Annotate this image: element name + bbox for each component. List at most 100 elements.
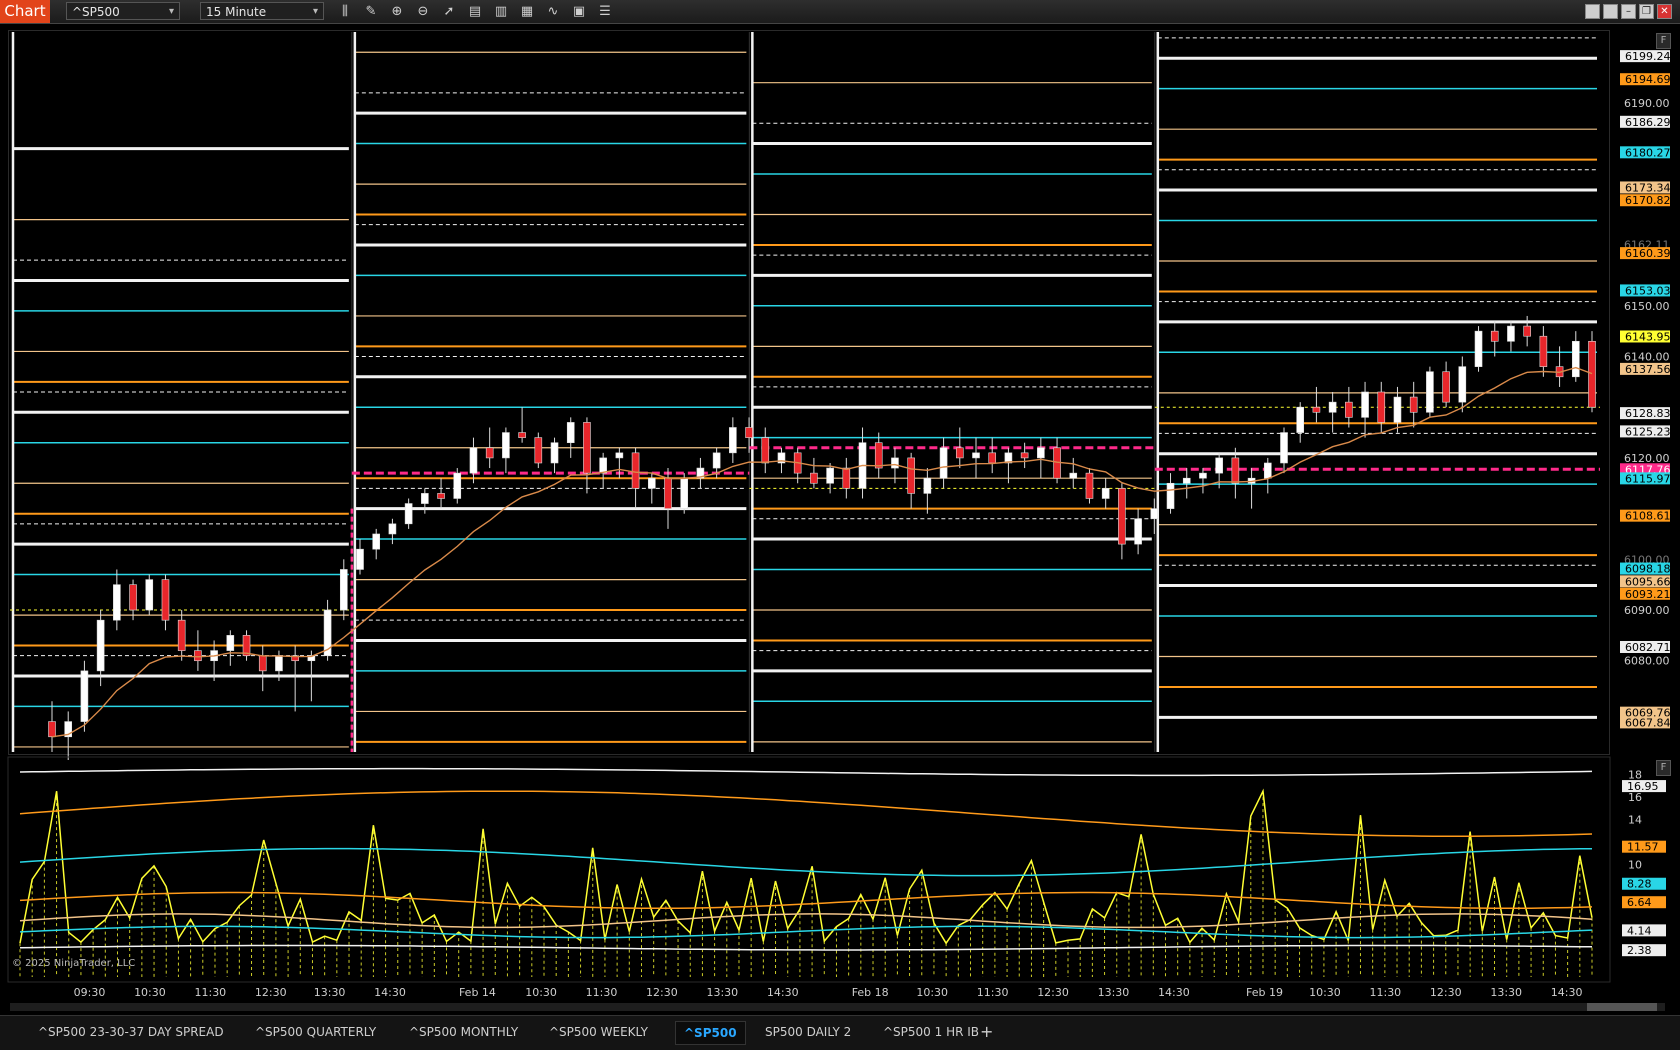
candle-body <box>631 452 640 489</box>
candle-body <box>1182 477 1191 484</box>
horizontal-scrollbar[interactable] <box>10 1003 1665 1011</box>
price-axis-label: 6080.00 <box>1624 655 1670 668</box>
candle-body <box>96 619 105 672</box>
indicator-value-label: 8.28 <box>1627 878 1652 891</box>
candle-body <box>907 457 915 494</box>
candle-body <box>729 427 737 454</box>
candle-body <box>502 432 510 459</box>
price-tag-label: 6082.71 <box>1625 641 1671 654</box>
candle-body <box>404 503 413 525</box>
candle-body <box>1345 401 1353 418</box>
price-tag-label: 6137.56 <box>1625 363 1671 376</box>
indicator-series-line <box>19 790 1593 837</box>
price-chart[interactable]: 6190.006150.006140.006120.006090.006080.… <box>0 0 1680 760</box>
price-tag-label: 6125.23 <box>1625 425 1671 438</box>
candle-body <box>1523 325 1531 337</box>
time-axis-label: Feb 14 <box>459 986 496 999</box>
indicator-axis-label: 14 <box>1628 813 1642 826</box>
candle-body <box>1037 447 1045 459</box>
candle-body <box>1296 406 1305 433</box>
tab-sp500-monthly[interactable]: ^SP500 MONTHLY <box>401 1021 526 1043</box>
time-axis-label: 12:30 <box>646 986 678 999</box>
time-axis-label: 14:30 <box>767 986 799 999</box>
indicator-series-line <box>19 913 1593 929</box>
panel-flag-price[interactable]: F <box>1656 33 1671 49</box>
candle-body <box>1069 472 1078 479</box>
candle-body <box>194 650 202 662</box>
time-axis-label: 10:30 <box>916 986 948 999</box>
price-tag-label: 6093.21 <box>1625 588 1671 601</box>
time-axis-label: 14:30 <box>374 986 406 999</box>
candle-body <box>388 523 397 535</box>
tab-sp500[interactable]: ^SP500 <box>675 1021 746 1045</box>
candle-body <box>1085 472 1094 499</box>
candle-body <box>1426 371 1434 413</box>
price-tag-label: 6067.84 <box>1625 716 1671 729</box>
candle-body <box>1166 482 1175 509</box>
price-tag-label: 6153.03 <box>1625 284 1671 297</box>
candle-body <box>275 655 283 672</box>
candle-body <box>1571 340 1580 378</box>
time-axis-label: 11:30 <box>977 986 1009 999</box>
indicator-panel-frame <box>7 756 1611 983</box>
tab-sp500-1-hr-ib[interactable]: ^SP500 1 HR IB <box>875 1021 987 1043</box>
candle-body <box>810 472 818 484</box>
add-tab-button[interactable]: + <box>972 1021 1001 1043</box>
candle-body <box>1409 396 1418 413</box>
price-axis-label: 6140.00 <box>1624 351 1670 364</box>
candle-body <box>1507 325 1515 342</box>
indicator-value-label: 11.57 <box>1627 841 1659 854</box>
price-axis-label: 6150.00 <box>1624 300 1670 313</box>
time-axis-label: Feb 19 <box>1246 986 1283 999</box>
indicator-series-line <box>19 891 1593 910</box>
candle-body <box>1215 457 1223 474</box>
time-axis-label: 13:30 <box>1490 986 1522 999</box>
indicator-value-label: 16.95 <box>1627 780 1659 793</box>
candle-body <box>1199 472 1207 479</box>
price-tag-label: 6173.34 <box>1625 181 1671 194</box>
candle-body <box>712 452 721 469</box>
volume-series-line <box>19 788 1593 945</box>
candle-body <box>583 422 591 474</box>
time-axis-label: 11:30 <box>586 986 618 999</box>
candle-body <box>1474 330 1483 367</box>
indicator-chart[interactable]: 1816141016.9511.578.286.644.142.38 <box>0 755 1680 995</box>
candle-body <box>615 452 624 459</box>
candle-body <box>761 437 770 464</box>
candle-body <box>891 457 899 469</box>
tab-sp500-23-30-37-day-spread[interactable]: ^SP500 23-30-37 DAY SPREAD <box>30 1021 232 1043</box>
candle-body <box>145 579 154 611</box>
candle-body <box>1393 396 1402 423</box>
candle-body <box>258 655 267 672</box>
time-axis-label: 12:30 <box>1037 986 1069 999</box>
scrollbar-thumb[interactable] <box>1587 1003 1657 1011</box>
candle-body <box>534 437 543 464</box>
candle-body <box>113 584 121 621</box>
copyright-watermark: © 2025 NinjaTrader, LLC <box>12 958 136 969</box>
candle-body <box>664 477 672 509</box>
price-tag-label: 6186.29 <box>1625 116 1671 129</box>
tab-sp500-daily-2[interactable]: SP500 DAILY 2 <box>757 1021 859 1043</box>
tab-sp500-weekly[interactable]: ^SP500 WEEKLY <box>541 1021 656 1043</box>
time-axis-label: 10:30 <box>1309 986 1341 999</box>
price-tag-label: 6095.66 <box>1625 575 1671 588</box>
candle-body <box>226 635 235 651</box>
panel-flag-indicator[interactable]: F <box>1656 760 1671 776</box>
candle-body <box>923 477 932 494</box>
time-axis-label: Feb 18 <box>852 986 889 999</box>
candle-body <box>437 493 445 499</box>
candle-body <box>842 467 851 489</box>
candle-body <box>1150 508 1159 520</box>
tab-sp500-quarterly[interactable]: ^SP500 QUARTERLY <box>247 1021 384 1043</box>
indicator-axis-label: 10 <box>1628 858 1642 871</box>
candle-body <box>1134 518 1142 545</box>
time-axis-label: 13:30 <box>1098 986 1130 999</box>
candle-body <box>421 493 429 504</box>
candle-body <box>1588 340 1596 408</box>
time-axis-label: 14:30 <box>1551 986 1583 999</box>
candle-body <box>1328 401 1337 413</box>
time-axis-label: 09:30 <box>74 986 106 999</box>
candle-body <box>1377 391 1386 423</box>
candle-body <box>1442 371 1450 403</box>
price-tag-label: 6128.83 <box>1625 407 1671 420</box>
